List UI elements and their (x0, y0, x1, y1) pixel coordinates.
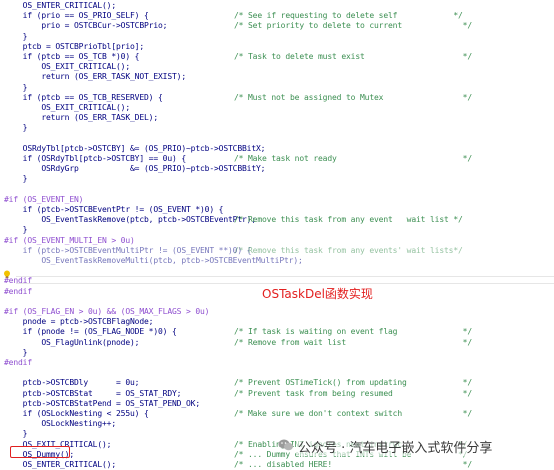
code-line[interactable]: OS_ENTER_CRITICAL(); (0, 0, 554, 10)
code-line[interactable]: ptcb = OSTCBPrioTbl[prio]; (0, 41, 554, 51)
code-line[interactable]: return (OS_ERR_TASK_NOT_EXIST); (0, 71, 554, 81)
code-line[interactable] (0, 265, 554, 275)
code-line[interactable]: if (ptcb == OS_TCB_RESERVED) {/* Must no… (0, 92, 554, 102)
code-text: OS_ENTER_CRITICAL(); (4, 460, 116, 469)
code-line[interactable] (0, 133, 554, 143)
code-line[interactable]: } (0, 122, 554, 132)
code-line[interactable]: if (ptcb == OS_TCB *)0) {/* Task to dele… (0, 51, 554, 61)
code-line[interactable]: } (0, 82, 554, 92)
code-comment: /* ... disabled HERE! */ (234, 460, 472, 469)
code-line[interactable]: if (OSRdyTbl[ptcb->OSTCBY] == 0u) {/* Ma… (0, 153, 554, 163)
code-line[interactable] (0, 184, 554, 194)
section-divider (16, 276, 554, 277)
annotation-title: OSTaskDel函数实现 (262, 287, 373, 301)
code-line[interactable]: OSRdyTbl[ptcb->OSTCBY] &= (OS_PRIO)~ptcb… (0, 143, 554, 153)
code-line[interactable]: } (0, 31, 554, 41)
code-line[interactable]: #if (OS_FLAG_EN > 0u) && (OS_MAX_FLAGS >… (0, 306, 554, 316)
code-line[interactable]: OSRdyGrp &= (OS_PRIO)~ptcb->OSTCBBitY; (0, 163, 554, 173)
code-line[interactable] (0, 367, 554, 377)
code-line[interactable]: OS_EXIT_CRITICAL(); (0, 102, 554, 112)
code-line[interactable]: if (OSLockNesting < 255u) {/* Make sure … (0, 408, 554, 418)
code-line[interactable]: if (pnode != (OS_FLAG_NODE *)0) {/* If t… (0, 326, 554, 336)
code-line[interactable]: ptcb->OSTCBStatPend = OS_STAT_PEND_OK; (0, 398, 554, 408)
code-line[interactable]: ptcb->OSTCBDly = 0u;/* Prevent OSTimeTic… (0, 377, 554, 387)
section-divider (16, 283, 554, 284)
code-line[interactable]: ptcb->OSTCBStat = OS_STAT_RDY;/* Prevent… (0, 388, 554, 398)
code-line[interactable]: OS_EventTaskRemove(ptcb, ptcb->OSTCBEven… (0, 214, 554, 224)
code-line[interactable]: prio = OSTCBCur->OSTCBPrio;/* Set priori… (0, 20, 554, 30)
code-line[interactable]: if (ptcb->OSTCBEventMultiPtr != (OS_EVEN… (0, 245, 554, 255)
code-line[interactable]: #endif (0, 357, 554, 367)
code-line[interactable]: OS_FlagUnlink(pnode);/* Remove from wait… (0, 337, 554, 347)
code-line[interactable]: } (0, 347, 554, 357)
code-line[interactable]: OSLockNesting++; (0, 418, 554, 428)
code-line[interactable]: if (ptcb->OSTCBEventPtr != (OS_EVENT *)0… (0, 204, 554, 214)
code-line[interactable]: pnode = ptcb->OSTCBFlagNode; (0, 316, 554, 326)
code-editor[interactable]: OS_ENTER_CRITICAL(); if (prio == OS_PRIO… (0, 0, 554, 469)
code-line[interactable]: } (0, 224, 554, 234)
code-line[interactable]: #if (OS_EVENT_MULTI_EN > 0u) (0, 235, 554, 245)
code-line[interactable]: } (0, 173, 554, 183)
watermark-text: 公众号 · 汽车电子嵌入式软件分享 (296, 437, 495, 456)
code-line[interactable]: OS_EXIT_CRITICAL(); (0, 61, 554, 71)
code-line[interactable]: return (OS_ERR_TASK_DEL); (0, 112, 554, 122)
wechat-logo-icon (278, 437, 294, 451)
code-line[interactable]: if (prio == OS_PRIO_SELF) {/* See if req… (0, 10, 554, 20)
code-line[interactable]: OS_EventTaskRemoveMulti(ptcb, ptcb->OSTC… (0, 255, 554, 265)
code-line[interactable]: #if (OS_EVENT_EN) (0, 194, 554, 204)
highlight-box-os-dummy (10, 446, 70, 458)
